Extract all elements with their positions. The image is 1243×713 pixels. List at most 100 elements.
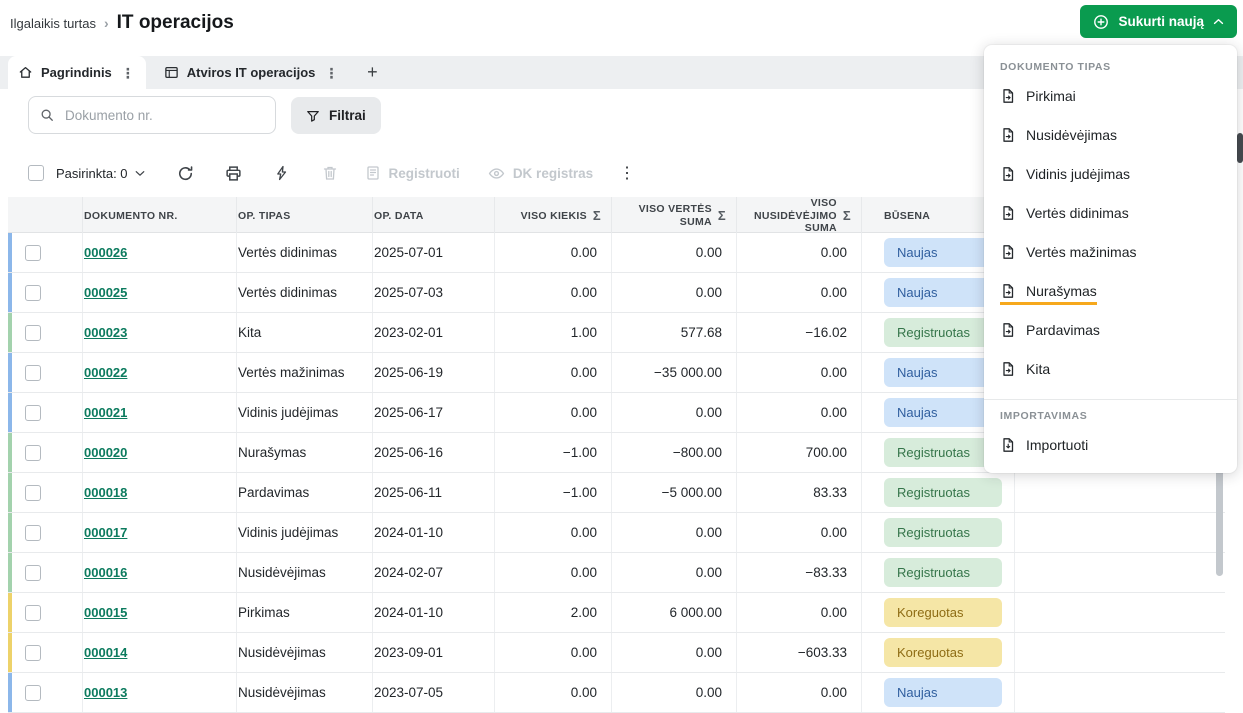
column-header-dokumento-nr[interactable]: DOKUMENTO NR. [83, 197, 237, 235]
sigma-icon[interactable]: Σ [718, 208, 726, 224]
row-checkbox[interactable] [25, 285, 41, 301]
op-date-cell: 2023-09-01 [373, 633, 495, 672]
eye-icon [488, 165, 505, 182]
tab-menu-button[interactable]: ⋮ [323, 64, 339, 82]
document-number-cell: 000025 [83, 273, 237, 312]
op-date-cell: 2024-01-10 [373, 513, 495, 552]
row-checkbox[interactable] [25, 245, 41, 261]
table-row-000014[interactable]: 000014 Nusidėvėjimas 2023-09-01 0.00 0.0… [8, 633, 1225, 673]
tab-menu-button[interactable]: ⋮ [120, 64, 136, 82]
quick-action-button[interactable] [265, 157, 299, 189]
row-checkbox[interactable] [25, 525, 41, 541]
menu-item-nusidėvėjimas[interactable]: Nusidėvėjimas [984, 118, 1237, 157]
total-value-cell: −5 000.00 [612, 473, 737, 512]
menu-item-vertės-didinimas[interactable]: Vertės didinimas [984, 196, 1237, 235]
add-tab-button[interactable]: + [357, 56, 387, 89]
menu-item-vertės-mažinimas[interactable]: Vertės mažinimas [984, 235, 1237, 274]
document-number-cell: 000026 [83, 233, 237, 272]
menu-item-nurašymas[interactable]: Nurašymas [984, 274, 1237, 313]
document-number-cell: 000022 [83, 353, 237, 392]
row-checkbox[interactable] [25, 565, 41, 581]
column-header-viso-nusidevejimo-suma[interactable]: VISO NUSIDĖVĖJIMO SUMAΣ [737, 197, 862, 235]
row-checkbox[interactable] [25, 605, 41, 621]
menu-item-importuoti[interactable]: Importuoti [984, 428, 1237, 467]
total-value-cell: 0.00 [612, 233, 737, 272]
total-quantity-cell: −1.00 [495, 433, 612, 472]
sigma-icon[interactable]: Σ [593, 208, 601, 224]
column-header-op-tipas[interactable]: OP. TIPAS [237, 197, 373, 235]
total-depreciation-cell: 0.00 [737, 233, 862, 272]
register-label: Registruoti [389, 166, 460, 181]
dropdown-item-list: Pirkimai Nusidėvėjimas Vidinis judėjimas… [984, 79, 1237, 391]
tab-atviros-it-operacijos[interactable]: Atviros IT operacijos ⋮ [154, 56, 350, 89]
total-quantity-cell: 0.00 [495, 233, 612, 272]
row-checkbox-cell [8, 353, 83, 392]
document-number-link[interactable]: 000013 [84, 685, 127, 700]
search-input[interactable] [63, 107, 264, 124]
filter-button[interactable]: Filtrai [291, 97, 381, 134]
row-checkbox[interactable] [25, 365, 41, 381]
document-number-link[interactable]: 000017 [84, 525, 127, 540]
status-cell: Naujas [862, 673, 1015, 712]
document-number-link[interactable]: 000014 [84, 645, 127, 660]
table-row-000016[interactable]: 000016 Nusidėvėjimas 2024-02-07 0.00 0.0… [8, 553, 1225, 593]
row-checkbox[interactable] [25, 485, 41, 501]
refresh-button[interactable] [169, 157, 203, 189]
row-checkbox[interactable] [25, 685, 41, 701]
menu-item-kita[interactable]: Kita [984, 352, 1237, 391]
op-type-cell: Nusidėvėjimas [237, 553, 373, 592]
status-badge: Koreguotas [884, 598, 1002, 627]
total-value-cell: 0.00 [612, 393, 737, 432]
row-checkbox[interactable] [25, 325, 41, 341]
document-number-link[interactable]: 000022 [84, 365, 127, 380]
table-row-000017[interactable]: 000017 Vidinis judėjimas 2024-01-10 0.00… [8, 513, 1225, 553]
actions-toolbar: Pasirinkta: 0 Registruoti DK registras ⋮ [28, 157, 641, 189]
total-quantity-cell: 0.00 [495, 353, 612, 392]
column-header-viso-vertes-suma[interactable]: VISO VERTĖS SUMAΣ [612, 197, 737, 235]
menu-item-label: Vidinis judėjimas [1026, 165, 1130, 183]
tab-pagrindinis[interactable]: Pagrindinis ⋮ [8, 56, 146, 89]
menu-item-pardavimas[interactable]: Pardavimas [984, 313, 1237, 352]
document-number-link[interactable]: 000016 [84, 565, 127, 580]
toolbar-more-button[interactable]: ⋮ [613, 163, 641, 183]
document-number-link[interactable]: 000023 [84, 325, 127, 340]
chevron-up-icon [1213, 18, 1224, 25]
document-import-icon [1000, 437, 1016, 453]
create-new-button[interactable]: Sukurti naują [1080, 5, 1237, 38]
breadcrumb-separator-icon: › [104, 15, 109, 31]
total-depreciation-cell: −16.02 [737, 313, 862, 352]
delete-button [313, 157, 347, 189]
sigma-icon[interactable]: Σ [843, 208, 851, 224]
page-scrollbar-thumb[interactable] [1237, 133, 1243, 163]
op-type-cell: Vidinis judėjimas [237, 513, 373, 552]
document-number-link[interactable]: 000026 [84, 245, 127, 260]
row-checkbox-cell [8, 393, 83, 432]
total-value-cell: −800.00 [612, 433, 737, 472]
menu-item-label: Pirkimai [1026, 87, 1076, 105]
total-value-cell: −35 000.00 [612, 353, 737, 392]
table-row-000018[interactable]: 000018 Pardavimas 2025-06-11 −1.00 −5 00… [8, 473, 1225, 513]
document-number-link[interactable]: 000025 [84, 285, 127, 300]
select-all-checkbox[interactable] [28, 165, 44, 181]
op-type-cell: Pirkimas [237, 593, 373, 632]
total-quantity-cell: 0.00 [495, 393, 612, 432]
print-button[interactable] [217, 157, 251, 189]
selected-count-dropdown[interactable]: Pasirinkta: 0 [56, 166, 145, 181]
row-checkbox[interactable] [25, 645, 41, 661]
menu-item-pirkimai[interactable]: Pirkimai [984, 79, 1237, 118]
document-number-link[interactable]: 000015 [84, 605, 127, 620]
total-depreciation-cell: 700.00 [737, 433, 862, 472]
column-header-op-data[interactable]: OP. DATA [373, 197, 495, 235]
document-number-link[interactable]: 000018 [84, 485, 127, 500]
column-header-viso-kiekis[interactable]: VISO KIEKISΣ [495, 197, 612, 235]
row-checkbox[interactable] [25, 445, 41, 461]
row-checkbox[interactable] [25, 405, 41, 421]
table-row-000013[interactable]: 000013 Nusidėvėjimas 2023-07-05 0.00 0.0… [8, 673, 1225, 713]
table-row-000015[interactable]: 000015 Pirkimas 2024-01-10 2.00 6 000.00… [8, 593, 1225, 633]
document-number-link[interactable]: 000020 [84, 445, 127, 460]
menu-item-vidinis-judėjimas[interactable]: Vidinis judėjimas [984, 157, 1237, 196]
menu-item-label: Vertės didinimas [1026, 204, 1129, 222]
breadcrumb-parent[interactable]: Ilgalaikis turtas [10, 16, 96, 31]
document-number-link[interactable]: 000021 [84, 405, 127, 420]
create-new-menu: DOKUMENTO TIPAS Pirkimai Nusidėvėjimas V… [984, 45, 1237, 473]
